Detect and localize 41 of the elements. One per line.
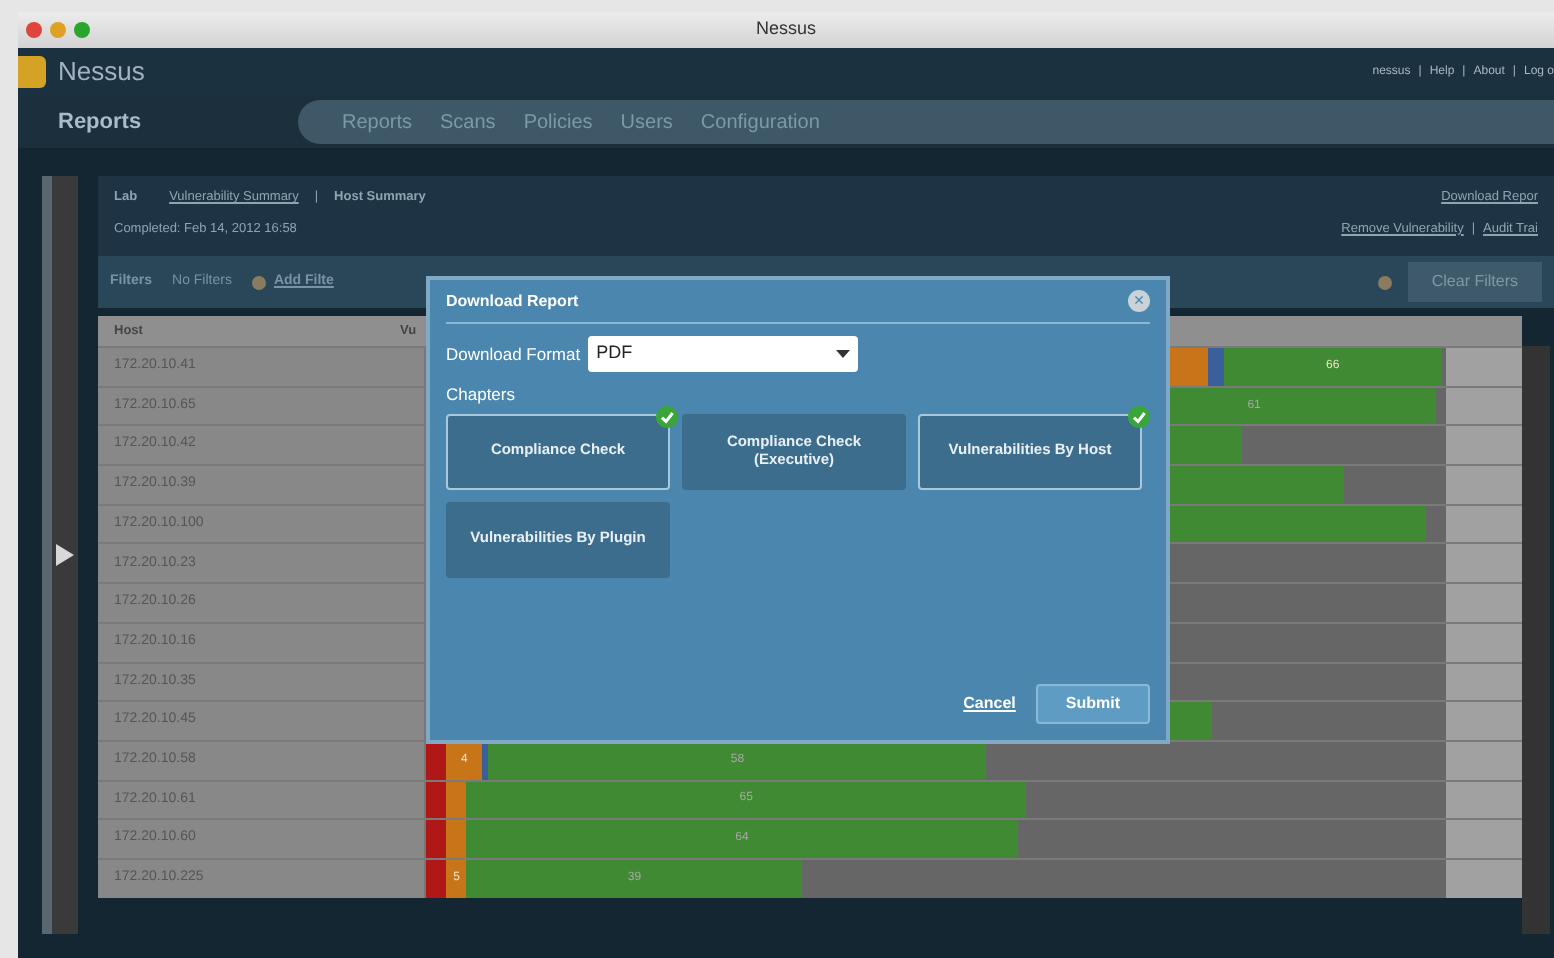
table-cell bbox=[1446, 741, 1522, 780]
nav-tab[interactable]: Configuration bbox=[700, 107, 820, 137]
table-cell bbox=[1446, 702, 1522, 740]
add-icon bbox=[251, 275, 266, 289]
nav-tab[interactable]: Policies bbox=[523, 107, 593, 137]
submit-button[interactable]: Submit bbox=[1035, 684, 1150, 724]
nav-tab[interactable]: Reports bbox=[342, 107, 413, 137]
zoom-icon[interactable] bbox=[74, 22, 90, 38]
logo-text: Nessus bbox=[58, 54, 145, 91]
cancel-link[interactable]: Cancel bbox=[963, 692, 1016, 716]
table-cell bbox=[1446, 820, 1522, 858]
format-select[interactable]: PDF bbox=[588, 336, 859, 372]
table-cell bbox=[1446, 387, 1522, 425]
window-title: Nessus bbox=[756, 16, 816, 43]
table-cell bbox=[1446, 348, 1522, 386]
dialog-title: Download Report bbox=[446, 289, 579, 313]
side-panel-toggle[interactable] bbox=[42, 176, 78, 934]
filter-icon bbox=[1377, 275, 1392, 289]
scrollbar[interactable] bbox=[1522, 346, 1550, 934]
section-title: Reports bbox=[56, 107, 144, 138]
play-icon bbox=[56, 544, 74, 566]
format-label: Download Format bbox=[446, 341, 581, 367]
table-cell bbox=[1446, 544, 1522, 583]
chapters-label: Chapters bbox=[446, 382, 517, 408]
check-icon bbox=[1128, 405, 1150, 428]
table-cell bbox=[1446, 623, 1522, 661]
table-cell bbox=[1446, 584, 1522, 622]
close-button[interactable]: × bbox=[1128, 290, 1150, 312]
nav-tab[interactable]: Users bbox=[620, 107, 673, 137]
minimize-icon[interactable] bbox=[50, 22, 66, 38]
caret-icon bbox=[836, 350, 851, 358]
close-icon[interactable] bbox=[26, 22, 42, 38]
nav-tab[interactable]: Scans bbox=[440, 107, 496, 137]
table-cell bbox=[1446, 859, 1522, 898]
logo-icon bbox=[18, 56, 46, 88]
table-cell bbox=[1446, 426, 1522, 465]
table-cell bbox=[1446, 466, 1522, 504]
table-cell bbox=[1446, 663, 1522, 701]
check-icon bbox=[656, 405, 678, 428]
table-cell bbox=[1446, 781, 1522, 819]
table-cell bbox=[1446, 505, 1522, 543]
